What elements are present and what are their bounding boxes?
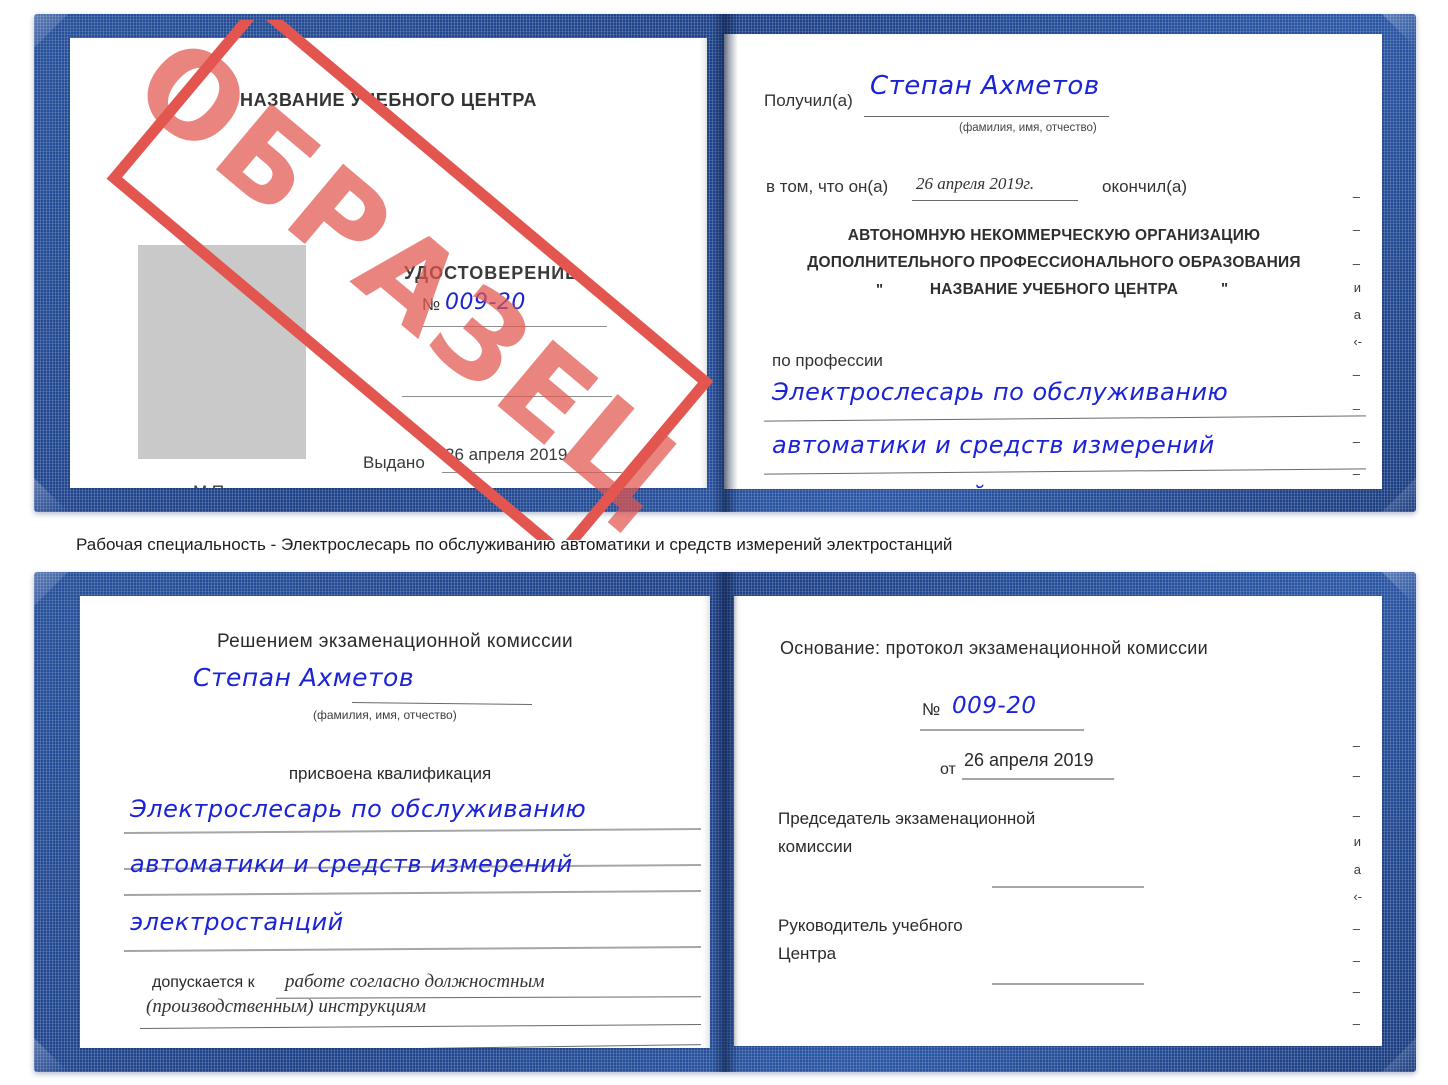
profession-value-line-2: автоматики и средств измерений [772, 431, 1215, 459]
cover-corner-notch-bl-2 [34, 1038, 68, 1072]
cover-corner-notch-br [1382, 478, 1416, 512]
profession-value-line-1: Электрослесарь по обслуживанию [772, 378, 1229, 406]
profession-value-line-3: электростанций [772, 482, 986, 489]
basis-label: Основание: протокол экзаменационной коми… [780, 638, 1208, 658]
top-left-page: НАЗВАНИЕ УЧЕБНОГО ЦЕНТРА УДОСТОВЕРЕНИЕ №… [70, 38, 707, 488]
top-right-page: Получил(а) Степан Ахметов (фамилия, имя,… [724, 34, 1382, 489]
issued-label: Выдано [363, 453, 425, 472]
protocol-number-symbol: № [922, 700, 941, 719]
cover-corner-notch-bl [34, 478, 68, 512]
org-quote-close: " [1221, 280, 1229, 297]
edge-fragment: – [1352, 1016, 1360, 1031]
issued-date-value: 26 апреля 2019 [445, 445, 568, 464]
training-center-title: НАЗВАНИЕ УЧЕБНОГО ЦЕНТРА [239, 90, 538, 110]
cover-corner-notch-tl [34, 14, 68, 48]
bottom-name-value: Степан Ахметов [193, 663, 415, 692]
edge-fragment: – [1352, 256, 1360, 271]
edge-fragment: – [1352, 401, 1360, 416]
edge-fragment: – [1352, 222, 1360, 237]
edge-fragment: – [1352, 738, 1360, 753]
chairman-signature-rule [992, 886, 1144, 888]
head-of-center-signature-rule [992, 983, 1144, 985]
in-that-label: в том, что он(а) [766, 177, 889, 196]
admitted-rule-2 [140, 1024, 701, 1029]
edge-fragment: – [1352, 808, 1360, 823]
org-line-2: ДОПОЛНИТЕЛЬНОГО ПРОФЕССИОНАЛЬНОГО ОБРАЗО… [807, 254, 1301, 271]
in-that-date-value: 26 апреля 2019г. [916, 174, 1035, 193]
edge-fragment: – [1352, 189, 1360, 204]
cover-corner-notch-tr [1382, 14, 1416, 48]
certificate-bottom: Решением экзаменационной комиссии Степан… [34, 572, 1416, 1072]
edge-fragment: – [1352, 367, 1360, 382]
cover-corner-notch-tl-2 [34, 572, 68, 606]
profession-label: по профессии [772, 351, 883, 370]
received-name-value: Степан Ахметов [870, 71, 1100, 101]
edge-fragment: – [1352, 984, 1360, 999]
finished-label: окончил(а) [1102, 177, 1187, 196]
admitted-label: допускается к [152, 974, 255, 991]
qualification-rule-3 [124, 945, 701, 953]
received-rule [864, 116, 1109, 117]
certificate-number-value: 009-20 [445, 290, 526, 315]
received-label: Получил(а) [764, 91, 853, 110]
edge-fragment: а [1353, 862, 1361, 877]
qualification-rule-1 [124, 827, 701, 835]
number-symbol-label: № [422, 295, 441, 314]
admitted-value-line-2: (производственным) инструкциям [146, 996, 426, 1017]
seal-place-label: М.П. [193, 482, 229, 488]
edge-fragment: и [1353, 834, 1361, 849]
chairman-line-1: Председатель экзаменационной [778, 809, 1036, 828]
document-type-label: УДОСТОВЕРЕНИЕ [404, 263, 579, 283]
bottom-name-rule [351, 702, 533, 705]
cover-corner-notch-tr-2 [1382, 572, 1416, 606]
protocol-number-rule [920, 729, 1084, 731]
edge-fragment: – [1352, 434, 1360, 449]
page-caption: Рабочая специальность - Электрослесарь п… [76, 535, 953, 554]
head-of-center-line-1: Руководитель учебного [778, 916, 963, 935]
certificate-top: НАЗВАНИЕ УЧЕБНОГО ЦЕНТРА УДОСТОВЕРЕНИЕ №… [34, 14, 1416, 512]
in-that-date-rule [912, 200, 1078, 201]
bottom-left-page: Решением экзаменационной комиссии Степан… [80, 596, 710, 1048]
qualification-line-3: электростанций [130, 908, 344, 936]
number-rule [422, 326, 607, 327]
edge-fragment: – [1352, 466, 1360, 481]
qualification-rule-2 [124, 889, 701, 897]
protocol-date-label: от [940, 761, 956, 778]
photo-placeholder [138, 245, 306, 459]
edge-fragment: а [1353, 307, 1361, 322]
blank-rule-middle [402, 396, 612, 397]
edge-fragment: ‹- [1353, 334, 1362, 349]
admitted-rule-3 [140, 1044, 701, 1048]
qualification-line-2: автоматики и средств измерений [130, 850, 573, 878]
fio-hint-bottom: (фамилия, имя, отчество) [313, 708, 457, 722]
qualification-line-1: Электрослесарь по обслуживанию [130, 795, 587, 823]
profession-rule-2 [764, 468, 1366, 475]
cover-corner-notch-br-2 [1382, 1038, 1416, 1072]
fio-hint-top: (фамилия, имя, отчество) [959, 122, 1097, 134]
protocol-number-value: 009-20 [952, 693, 1037, 719]
protocol-date-value: 26 апреля 2019 [964, 750, 1094, 770]
profession-rule-1 [764, 415, 1366, 422]
org-line-1: АВТОНОМНУЮ НЕКОММЕРЧЕСКУЮ ОРГАНИЗАЦИЮ [847, 227, 1261, 244]
qualification-label: присвоена квалификация [288, 764, 492, 783]
edge-fragment: ‹- [1353, 889, 1362, 904]
head-of-center-line-2: Центра [778, 944, 837, 963]
org-line-3: НАЗВАНИЕ УЧЕБНОГО ЦЕНТРА [929, 281, 1179, 298]
edge-fragment: – [1352, 921, 1360, 936]
admitted-value-line-1: работе согласно должностным [285, 971, 545, 992]
bottom-right-page: Основание: протокол экзаменационной коми… [734, 596, 1382, 1046]
commission-decision-heading: Решением экзаменационной комиссии [216, 631, 574, 652]
issued-rule [442, 472, 622, 473]
edge-fragment: и [1353, 280, 1361, 295]
chairman-line-2: комиссии [778, 837, 853, 856]
protocol-date-rule [962, 778, 1114, 780]
edge-fragment: – [1352, 768, 1360, 783]
edge-fragment: – [1352, 953, 1360, 968]
